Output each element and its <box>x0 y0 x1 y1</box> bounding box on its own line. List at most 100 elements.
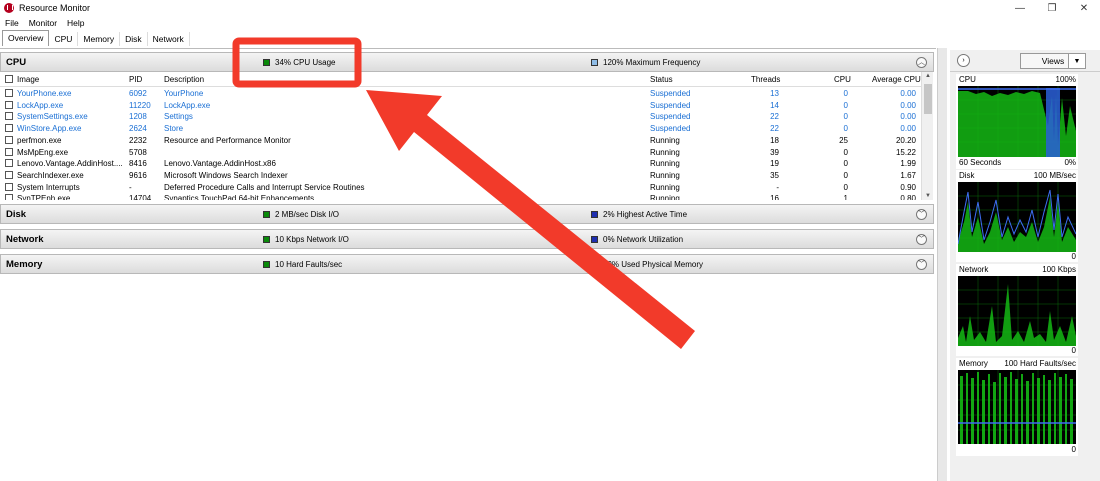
table-row[interactable]: SystemSettings.exe 1208 Settings Suspended 2… <box>0 111 921 123</box>
cell-cpu: 0 <box>843 100 848 110</box>
table-row[interactable]: LockApp.exe 11220 LockApp.exe Suspended 14 0 0… <box>0 100 921 112</box>
table-row[interactable]: SearchIndexer.exe 9616 Microsoft Windows S… <box>0 170 921 182</box>
col-average-cpu[interactable]: Average CPU <box>872 75 921 84</box>
cell-status: Running <box>650 147 680 157</box>
scroll-up-icon[interactable]: ▲ <box>922 73 934 79</box>
network-section-header[interactable]: Network 10 Kbps Network I/O 0% Network U… <box>0 229 934 249</box>
cell-threads: 22 <box>770 112 779 122</box>
cell-average-cpu: 0.80 <box>900 194 916 200</box>
memory-section-header[interactable]: Memory 10 Hard Faults/sec 29% Used Physi… <box>0 254 934 274</box>
tab-disk[interactable]: Disk <box>120 32 148 46</box>
row-checkbox[interactable] <box>5 135 13 144</box>
tab-cpu[interactable]: CPU <box>49 32 79 46</box>
col-description[interactable]: Description <box>164 75 204 84</box>
table-row[interactable]: SynTPEnh.exe 14704 Synaptics TouchPad 64-b… <box>0 193 921 200</box>
cpu-frequency-swatch <box>591 58 598 66</box>
disk-io-text: 2 MB/sec Disk I/O <box>275 209 340 219</box>
cell-cpu: 0 <box>843 124 848 134</box>
tab-memory[interactable]: Memory <box>78 32 121 46</box>
cell-pid: 6092 <box>129 89 147 98</box>
cell-cpu: 0 <box>843 89 848 98</box>
col-threads[interactable]: Threads <box>751 75 780 84</box>
chevron-right-icon[interactable]: › <box>957 54 970 67</box>
cell-description: Settings <box>164 112 193 122</box>
col-pid[interactable]: PID <box>129 75 142 84</box>
row-checkbox[interactable] <box>5 100 13 109</box>
cell-pid: 8416 <box>129 159 147 169</box>
main-scrollbar[interactable] <box>937 48 947 481</box>
disk-graph-title: Disk <box>959 171 975 180</box>
cell-image: SynTPEnh.exe <box>17 194 71 200</box>
cpu-table-scrollbar[interactable]: ▲ ▼ <box>921 72 933 200</box>
row-checkbox[interactable] <box>5 182 13 191</box>
col-status[interactable]: Status <box>650 75 673 84</box>
close-button[interactable]: ✕ <box>1068 0 1100 16</box>
network-graph-title: Network <box>959 265 989 274</box>
chevron-down-icon[interactable]: ﹀ <box>916 233 927 245</box>
col-cpu[interactable]: CPU <box>834 75 851 84</box>
row-checkbox[interactable] <box>5 124 13 133</box>
table-row[interactable]: perfmon.exe 2232 Resource and Performance … <box>0 135 921 147</box>
cell-image: System Interrupts <box>17 182 80 192</box>
select-all-checkbox[interactable] <box>5 75 13 83</box>
disk-io-swatch <box>263 210 270 218</box>
network-section-title: Network <box>6 233 44 245</box>
table-header: Image PID Description Status Threads CPU… <box>0 72 921 87</box>
row-checkbox[interactable] <box>5 89 13 97</box>
minimize-button[interactable]: — <box>1004 0 1036 16</box>
menu-monitor[interactable]: Monitor <box>24 18 62 28</box>
cell-status: Suspended <box>650 124 691 134</box>
cell-threads: 35 <box>770 170 779 180</box>
table-row[interactable]: YourPhone.exe 6092 YourPhone Suspended 13 0 0.… <box>0 88 921 100</box>
disk-section-header[interactable]: Disk 2 MB/sec Disk I/O 2% Highest Active… <box>0 204 934 224</box>
network-graph-canvas <box>958 276 1076 346</box>
cell-status: Running <box>650 182 680 192</box>
cpu-frequency-text: 120% Maximum Frequency <box>603 57 701 67</box>
cell-average-cpu: 20.20 <box>895 135 916 145</box>
disk-active-time-swatch <box>591 210 598 218</box>
cpu-graph-title: CPU <box>959 75 976 84</box>
tab-network[interactable]: Network <box>148 32 190 46</box>
row-checkbox[interactable] <box>5 147 13 156</box>
cell-average-cpu: 15.22 <box>895 147 916 157</box>
row-checkbox[interactable] <box>5 112 13 121</box>
hard-faults-stat: 10 Hard Faults/sec <box>263 260 342 269</box>
row-checkbox[interactable] <box>5 159 13 168</box>
table-row[interactable]: MsMpEng.exe 5708 Running 39 0 15.22 <box>0 147 921 159</box>
cell-pid: 2232 <box>129 135 147 145</box>
cell-average-cpu: 0.00 <box>900 112 916 122</box>
hard-faults-text: 10 Hard Faults/sec <box>275 259 343 269</box>
chevron-down-icon[interactable]: ﹀ <box>916 208 927 220</box>
views-dropdown-icon[interactable]: ▼ <box>1068 53 1086 69</box>
graph-panel: › Views ▼ CPU 100% 60 Seconds 0% Disk 10… <box>950 50 1100 481</box>
row-checkbox[interactable] <box>5 194 13 200</box>
network-utilization-text: 0% Network Utilization <box>603 234 684 244</box>
table-row[interactable]: Lenovo.Vantage.AddinHost.... 8416 Lenovo.V… <box>0 158 921 170</box>
memory-graph-max: 100 Hard Faults/sec <box>1004 359 1076 368</box>
scroll-thumb[interactable] <box>924 84 932 114</box>
cpu-process-table: Image PID Description Status Threads CPU… <box>0 72 921 200</box>
chevron-down-icon[interactable]: ﹀ <box>916 258 927 270</box>
tab-bar: Overview CPU Memory Disk Network <box>0 30 190 46</box>
table-row[interactable]: System Interrupts - Deferred Procedure Cal… <box>0 182 921 194</box>
cell-image: SearchIndexer.exe <box>17 170 84 180</box>
menu-help[interactable]: Help <box>62 18 89 28</box>
cell-status: Running <box>650 159 680 169</box>
hard-faults-swatch <box>263 260 270 268</box>
network-io-stat: 10 Kbps Network I/O <box>263 235 349 244</box>
memory-graph: Memory 100 Hard Faults/sec 0 <box>956 358 1078 456</box>
cell-image: perfmon.exe <box>17 135 62 145</box>
cell-pid: 9616 <box>129 170 147 180</box>
maximize-button[interactable]: ❐ <box>1036 0 1068 16</box>
col-image[interactable]: Image <box>17 75 39 84</box>
table-row[interactable]: WinStore.App.exe 2624 Store Suspended 22 0 0.0… <box>0 123 921 135</box>
scroll-down-icon[interactable]: ▼ <box>922 193 934 199</box>
resource-monitor-icon <box>4 3 14 13</box>
menu-file[interactable]: File <box>0 18 24 28</box>
chevron-up-icon[interactable]: ︿ <box>916 56 927 68</box>
cpu-usage-swatch <box>263 58 270 66</box>
cpu-section-header[interactable]: CPU 34% CPU Usage 120% Maximum Frequency… <box>0 52 934 72</box>
network-graph: Network 100 Kbps 0 <box>956 264 1078 356</box>
tab-overview[interactable]: Overview <box>2 30 50 46</box>
row-checkbox[interactable] <box>5 170 13 179</box>
